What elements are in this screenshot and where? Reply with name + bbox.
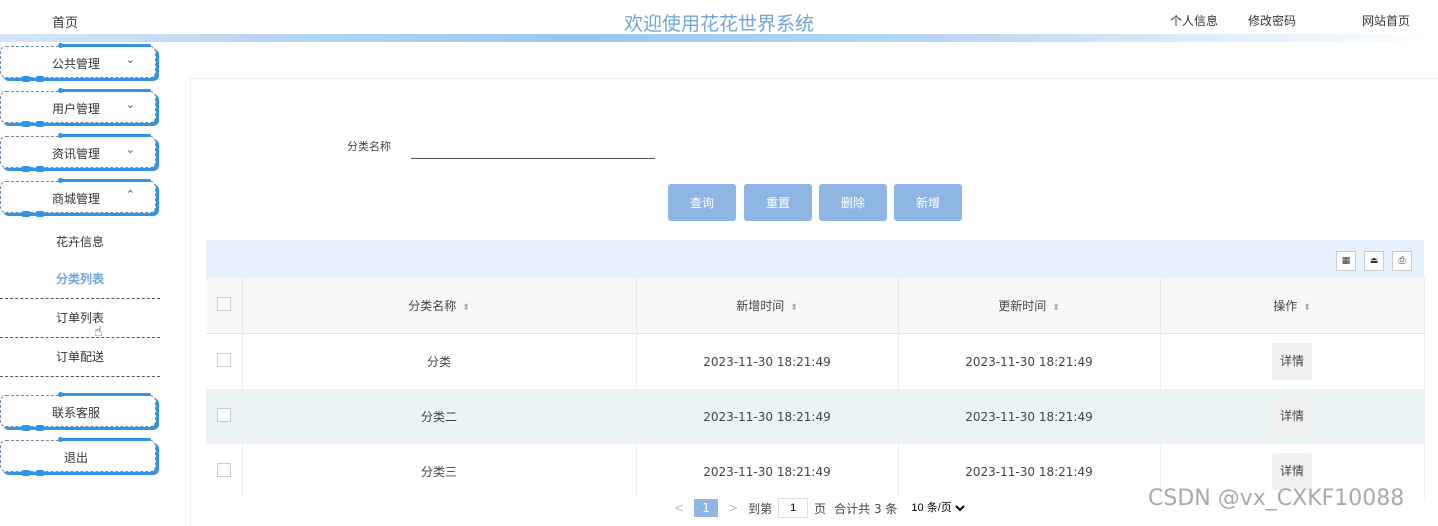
table-header-row: 分类名称 ⬍ 新增时间 ⬍ 更新时间 ⬍ 操作 ⬍ bbox=[206, 278, 1425, 334]
category-table: 分类名称 ⬍ 新增时间 ⬍ 更新时间 ⬍ 操作 ⬍ 分类 2023-11-30 18:2… bbox=[206, 278, 1425, 499]
header-links: 个人信息 修改密码 网站首页 bbox=[1140, 12, 1410, 29]
chevron-up-icon: ⌃ bbox=[125, 188, 135, 201]
menu-dot-decoration bbox=[35, 211, 45, 217]
cell-category-name: 分类 bbox=[242, 333, 637, 389]
row-select-cell bbox=[206, 389, 243, 444]
columns-icon[interactable]: ▦ bbox=[1336, 251, 1356, 271]
menu-label: 联系客服 bbox=[51, 406, 100, 420]
page-unit-label: 页 bbox=[814, 501, 827, 516]
menu-pin-decoration bbox=[58, 437, 151, 442]
sort-icon: ⬍ bbox=[790, 303, 798, 313]
personal-info-link[interactable]: 个人信息 bbox=[1170, 12, 1218, 29]
menu-pin-decoration bbox=[58, 392, 151, 397]
total-count: 合计共 3 条 bbox=[834, 501, 898, 516]
cell-updated-time: 2023-11-30 18:21:49 bbox=[898, 444, 1161, 499]
menu-dot-decoration bbox=[35, 121, 45, 127]
menu-contact-service[interactable]: 联系客服 bbox=[0, 392, 156, 431]
select-all-checkbox[interactable] bbox=[216, 297, 231, 311]
print-icon[interactable]: ⎙ bbox=[1392, 251, 1412, 271]
prev-page-icon[interactable]: < bbox=[674, 501, 684, 515]
menu-public-management[interactable]: 公共管理 ⌄ bbox=[0, 43, 156, 82]
menu-mall-management[interactable]: 商城管理 ⌃ bbox=[0, 178, 156, 217]
watermark: CSDN @vx_CXKF10088 bbox=[1148, 486, 1405, 511]
row-checkbox[interactable] bbox=[216, 463, 231, 477]
current-page-button[interactable]: 1 bbox=[694, 499, 719, 517]
row-checkbox[interactable] bbox=[216, 408, 231, 422]
cell-updated-time: 2023-11-30 18:21:49 bbox=[898, 389, 1161, 444]
search-label: 分类名称 bbox=[347, 140, 391, 153]
detail-button[interactable]: 详情 bbox=[1272, 343, 1312, 380]
next-page-icon[interactable]: > bbox=[728, 501, 738, 515]
sort-icon: ⬍ bbox=[462, 303, 470, 313]
row-checkbox[interactable] bbox=[216, 353, 231, 367]
category-name-input[interactable] bbox=[411, 138, 655, 159]
detail-button[interactable]: 详情 bbox=[1272, 453, 1312, 490]
menu-pin-decoration bbox=[58, 88, 151, 93]
submenu-flower-info[interactable]: 花卉信息 bbox=[0, 223, 160, 261]
menu-pin-decoration bbox=[58, 133, 151, 138]
submenu-category-list[interactable]: 分类列表 bbox=[0, 260, 160, 299]
export-icon[interactable]: ⏏ bbox=[1364, 251, 1384, 271]
menu-logout[interactable]: 退出 bbox=[0, 437, 156, 476]
menu-news-management[interactable]: 资讯管理 ⌄ bbox=[0, 133, 156, 172]
sort-icon: ⬍ bbox=[1052, 303, 1060, 313]
chevron-down-icon: ⌄ bbox=[125, 98, 135, 111]
row-select-cell bbox=[206, 333, 243, 389]
menu-label: 退出 bbox=[63, 451, 88, 465]
sort-icon: ⬍ bbox=[1303, 303, 1311, 313]
cell-category-name: 分类二 bbox=[242, 389, 637, 444]
change-password-link[interactable]: 修改密码 bbox=[1248, 12, 1296, 29]
goto-label: 到第 bbox=[748, 501, 773, 516]
table-toolbar: ▦ ⏏ ⎙ bbox=[206, 240, 1424, 278]
add-button[interactable]: 新增 bbox=[894, 184, 962, 221]
cell-actions: 详情 bbox=[1160, 389, 1425, 444]
cell-created-time: 2023-11-30 18:21:49 bbox=[636, 444, 899, 499]
sidebar: 公共管理 ⌄ 用户管理 ⌄ 资讯管理 ⌄ 商城管理 ⌃ 花卉信息 分类列表 订单… bbox=[0, 42, 176, 525]
mouse-pointer-icon: ☝ bbox=[94, 324, 103, 340]
menu-dot-decoration bbox=[21, 211, 31, 217]
header-label: 操作 bbox=[1273, 299, 1298, 313]
menu-pin-decoration bbox=[58, 43, 151, 48]
menu-dot-decoration bbox=[21, 76, 31, 82]
header-label: 更新时间 bbox=[998, 299, 1047, 313]
pagination: < 1 > 到第 页 合计共 3 条 10 条/页 bbox=[664, 497, 969, 519]
table-row: 分类二 2023-11-30 18:21:49 2023-11-30 18:21… bbox=[206, 389, 1425, 444]
menu-user-management[interactable]: 用户管理 ⌄ bbox=[0, 88, 156, 127]
table-row: 分类 2023-11-30 18:21:49 2023-11-30 18:21:… bbox=[206, 333, 1425, 389]
header-created-time[interactable]: 新增时间 ⬍ bbox=[636, 278, 899, 334]
query-button[interactable]: 查询 bbox=[668, 184, 736, 221]
menu-pin-decoration bbox=[58, 178, 151, 183]
top-header: 首页 欢迎使用花花世界系统 个人信息 修改密码 网站首页 bbox=[0, 0, 1438, 42]
menu-dot-decoration bbox=[21, 121, 31, 127]
delete-button[interactable]: 删除 bbox=[819, 184, 887, 221]
header-label: 新增时间 bbox=[736, 299, 785, 313]
menu-dot-decoration bbox=[21, 470, 31, 476]
chevron-down-icon: ⌄ bbox=[125, 143, 135, 156]
menu-dot-decoration bbox=[35, 76, 45, 82]
cell-created-time: 2023-11-30 18:21:49 bbox=[636, 333, 899, 389]
header-label: 分类名称 bbox=[408, 299, 457, 313]
cell-updated-time: 2023-11-30 18:21:49 bbox=[898, 333, 1161, 389]
menu-dot-decoration bbox=[35, 470, 45, 476]
cell-category-name: 分类三 bbox=[242, 444, 637, 499]
header-actions[interactable]: 操作 ⬍ bbox=[1160, 278, 1425, 334]
chevron-down-icon: ⌄ bbox=[125, 53, 135, 66]
cell-created-time: 2023-11-30 18:21:49 bbox=[636, 389, 899, 444]
detail-button[interactable]: 详情 bbox=[1272, 398, 1312, 435]
cell-actions: 详情 bbox=[1160, 333, 1425, 389]
select-all-cell bbox=[206, 278, 243, 334]
menu-dot-decoration bbox=[21, 166, 31, 172]
row-select-cell bbox=[206, 444, 243, 499]
page-size-select[interactable]: 10 条/页 bbox=[907, 501, 969, 515]
menu-dot-decoration bbox=[35, 425, 45, 431]
site-home-link[interactable]: 网站首页 bbox=[1362, 12, 1410, 29]
header-category-name[interactable]: 分类名称 ⬍ bbox=[242, 278, 637, 334]
menu-dot-decoration bbox=[35, 166, 45, 172]
header-updated-time[interactable]: 更新时间 ⬍ bbox=[898, 278, 1161, 334]
goto-page-input[interactable] bbox=[778, 498, 809, 518]
submenu-order-delivery[interactable]: 订单配送 bbox=[0, 338, 160, 377]
menu-dot-decoration bbox=[21, 425, 31, 431]
reset-button[interactable]: 重置 bbox=[744, 184, 812, 221]
submenu-order-list[interactable]: 订单列表 bbox=[0, 299, 160, 338]
